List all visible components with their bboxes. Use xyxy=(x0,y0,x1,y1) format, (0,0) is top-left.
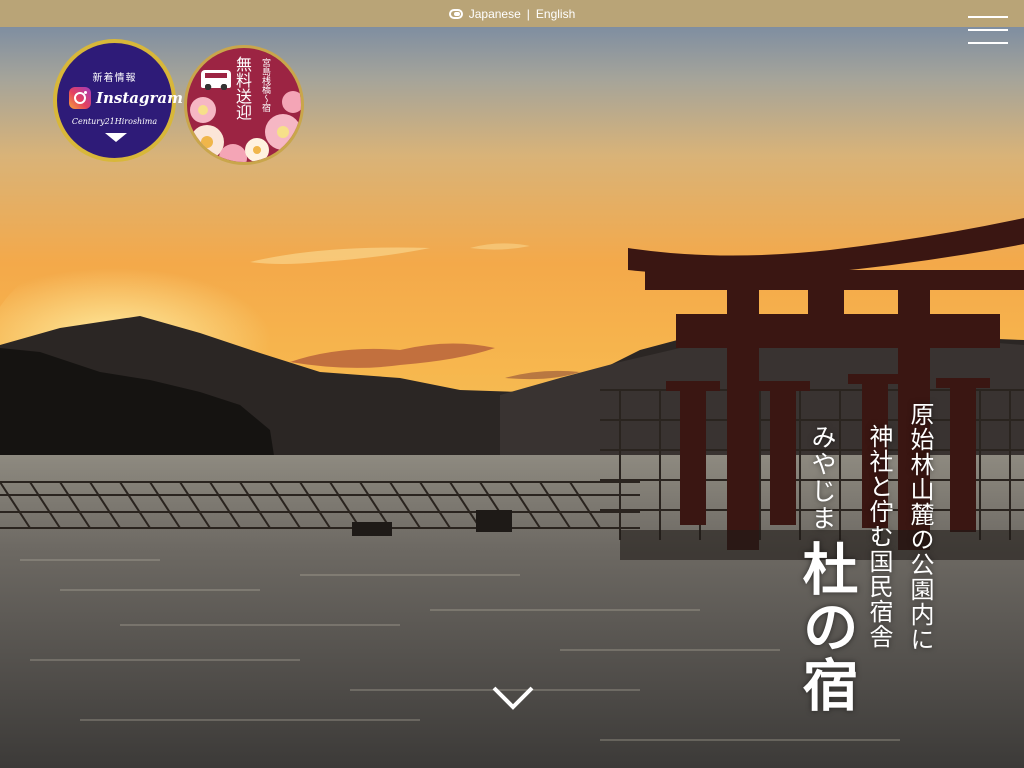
lang-english-link[interactable]: English xyxy=(536,7,575,21)
brand-name: 杜の宿 xyxy=(793,540,859,714)
caret-down-icon xyxy=(105,133,127,142)
tagline-line1: 原始林山麓の公園内に xyxy=(906,402,934,652)
brand-kana: みやじま xyxy=(808,424,837,532)
chevron-down-icon[interactable] xyxy=(491,684,535,712)
menu-bar xyxy=(968,16,1008,18)
instagram-icon xyxy=(69,87,91,109)
bus-icon xyxy=(201,70,231,90)
lang-separator: | xyxy=(526,6,530,21)
instagram-label: Instagram xyxy=(96,89,183,107)
free-shuttle-label: 無料送迎 xyxy=(233,56,252,120)
pier-block xyxy=(476,510,512,532)
shuttle-route-label: 宮島桟橋〜宿 xyxy=(260,58,270,112)
lang-japanese-link[interactable]: Japanese xyxy=(469,7,521,21)
top-bar: Japanese | English xyxy=(0,0,1024,27)
instagram-handle: Century21Hiroshima xyxy=(71,117,158,126)
tagline-line2: 神社と佇む国民宿舎 xyxy=(865,424,893,649)
menu-bar xyxy=(968,42,1008,44)
language-switcher: Japanese | English xyxy=(448,6,575,21)
instagram-news-badge[interactable]: 新着情報 Instagram Century21Hiroshima xyxy=(53,39,183,162)
hamburger-menu-icon[interactable] xyxy=(968,16,1008,44)
pier-block xyxy=(352,522,392,536)
free-shuttle-badge[interactable]: 無料送迎 宮島桟橋〜宿 xyxy=(184,45,304,165)
news-label: 新着情報 xyxy=(92,73,137,84)
menu-bar xyxy=(968,29,1008,31)
instagram-row: Instagram xyxy=(69,87,183,109)
language-toggle-icon xyxy=(448,8,463,19)
